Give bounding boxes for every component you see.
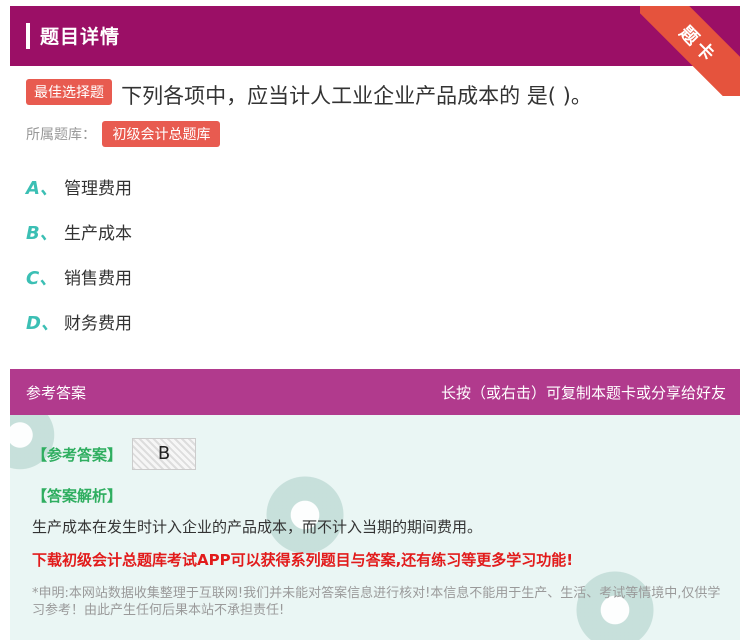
page-header: 题目详情 题卡	[10, 6, 740, 96]
copy-share-hint: 长按（或右击）可复制本题卡或分享给好友	[440, 384, 726, 402]
analysis-text: 生产成本在发生时计入企业的产品成本，而不计入当期的期间费用。	[32, 518, 483, 536]
reference-answer-label: 【参考答案】	[32, 446, 123, 464]
option-text: 生产成本	[64, 224, 132, 244]
reference-answer-image: B	[132, 438, 196, 470]
option-text: 管理费用	[64, 179, 132, 199]
option-d[interactable]: D、 财务费用	[26, 309, 132, 354]
question-stem: 最佳选择题 下列各项中，应当计人工业企业产品成本的 是( )。	[26, 79, 726, 110]
answer-section-body: 【参考答案】 B 【答案解析】 生产成本在发生时计入企业的产品成本，而不计入当期…	[10, 415, 740, 640]
watermark-logo	[260, 470, 350, 560]
option-b[interactable]: B、 生产成本	[26, 219, 132, 264]
option-letter: C、	[26, 268, 58, 289]
options-list: A、 管理费用 B、 生产成本 C、 销售费用 D、 财务费用	[26, 174, 132, 354]
page-title: 题目详情	[40, 26, 121, 48]
option-a[interactable]: A、 管理费用	[26, 174, 132, 219]
answer-section-header: 参考答案 长按（或右击）可复制本题卡或分享给好友	[10, 369, 740, 415]
option-text: 财务费用	[64, 314, 132, 334]
answer-section-title: 参考答案	[26, 384, 87, 402]
library-badge[interactable]: 初级会计总题库	[102, 121, 221, 147]
app-download-promo[interactable]: 下载初级会计总题库考试APP可以获得系列题目与答案,还有练习等更多学习功能!	[32, 549, 573, 570]
question-text: 下列各项中，应当计人工业企业产品成本的 是( )。	[121, 84, 592, 108]
question-library-row: 所属题库： 初级会计总题库	[26, 121, 221, 147]
question-type-badge: 最佳选择题	[26, 79, 112, 105]
option-letter: B、	[26, 223, 58, 244]
option-text: 销售费用	[64, 269, 132, 289]
disclaimer-text: *申明:本网站数据收集整理于互联网!我们并未能对答案信息进行核对!本信息不能用于…	[32, 586, 721, 618]
option-letter: D、	[26, 313, 59, 334]
option-letter: A、	[26, 178, 58, 199]
analysis-label: 【答案解析】	[32, 487, 123, 505]
header-accent-bar	[26, 23, 30, 49]
option-c[interactable]: C、 销售费用	[26, 264, 132, 309]
library-label: 所属题库：	[26, 127, 96, 143]
